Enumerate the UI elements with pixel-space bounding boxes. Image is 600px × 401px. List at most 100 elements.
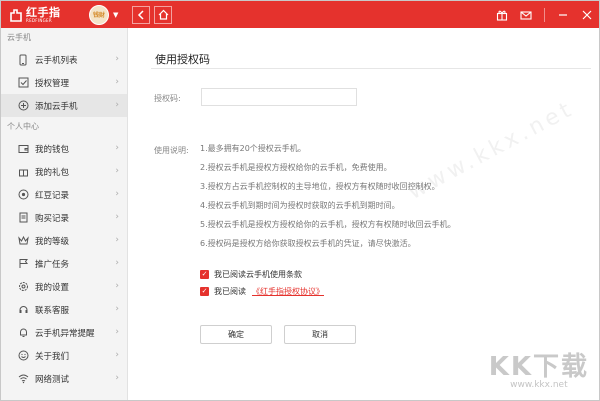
sidebar-item-label: 网络测试: [35, 374, 70, 385]
chevron-right-icon: ›: [115, 350, 119, 360]
sidebar-item-label: 推广任务: [35, 259, 70, 270]
list-item: 6.授权码是授权方给你获取授权云手机的凭证，请尽快激活。: [200, 239, 416, 248]
title-divider-line: [151, 68, 591, 69]
minimize-icon[interactable]: [557, 9, 569, 21]
chevron-left-icon: [138, 9, 144, 20]
sidebar-item-label: 添加云手机: [35, 101, 78, 112]
sidebar-item-gift[interactable]: 我的礼包 ›: [1, 160, 127, 183]
mail-icon[interactable]: [520, 9, 532, 21]
sidebar-item-label: 红豆记录: [35, 190, 70, 201]
authorization-icon: [17, 77, 29, 89]
sidebar-item-add-cloud-phone[interactable]: 添加云手机 ›: [1, 94, 127, 117]
watermark-logo: KK下载: [488, 352, 589, 382]
page-title: 使用授权码: [155, 53, 210, 66]
chevron-right-icon: ›: [115, 143, 119, 153]
sidebar-item-label: 我的礼包: [35, 167, 70, 178]
sidebar-item-purchase-record[interactable]: 购买记录 ›: [1, 206, 127, 229]
confirm-button[interactable]: 确定: [200, 325, 272, 344]
sidebar-item-bean-record[interactable]: 红豆记录 ›: [1, 183, 127, 206]
chevron-right-icon: ›: [115, 100, 119, 110]
sidebar-item-network-test[interactable]: 网络测试 ›: [1, 367, 127, 390]
network-icon: [17, 373, 29, 385]
agree-terms-checkbox[interactable]: ✓: [200, 270, 209, 279]
chevron-right-icon: ›: [115, 189, 119, 199]
sidebar-item-label: 关于我们: [35, 351, 70, 362]
sidebar-item-authorization[interactable]: 授权管理 ›: [1, 71, 127, 94]
window-tools: [496, 1, 593, 28]
crown-icon: [17, 235, 29, 247]
smile-icon: [17, 350, 29, 362]
app-window: 红手指 REDFINGER 钱财 ▼ 云手机 云手机列表 › 授权管理 › 添加…: [0, 0, 600, 401]
app-logo: 红手指 REDFINGER: [9, 7, 77, 23]
agree-protocol-row[interactable]: ✓ 我已阅读 《红手指授权协议》: [200, 286, 324, 297]
logo-subtitle: REDFINGER: [26, 17, 52, 23]
instructions-label: 使用说明:: [154, 146, 189, 155]
sidebar-item-wallet[interactable]: 我的钱包 ›: [1, 137, 127, 160]
list-item: 5.授权云手机是授权方授权给你的云手机，授权方有权随时收回云手机。: [200, 220, 456, 229]
main-content: www.kkx.net 使用授权码 授权码: 使用说明: 1.最多拥有20个授权…: [129, 28, 599, 400]
purchase-record-icon: [17, 212, 29, 224]
chevron-right-icon: ›: [115, 54, 119, 64]
protocol-link[interactable]: 《红手指授权协议》: [252, 286, 324, 297]
sidebar-item-label: 我的钱包: [35, 144, 70, 155]
settings-icon: [17, 281, 29, 293]
home-button[interactable]: [154, 5, 173, 24]
add-circle-icon: [17, 100, 29, 112]
section-title-cloud: 云手机: [7, 33, 31, 42]
chevron-right-icon: ›: [115, 77, 119, 87]
logo-name: 红手指: [26, 5, 61, 19]
chevron-right-icon: ›: [115, 258, 119, 268]
sidebar-item-about[interactable]: 关于我们 ›: [1, 344, 127, 367]
title-divider: [544, 7, 545, 22]
sidebar-item-abnormal-alert[interactable]: 云手机异常提醒 ›: [1, 321, 127, 344]
agree-protocol-label: 我已阅读: [214, 287, 246, 296]
hand-logo-icon: [9, 8, 23, 22]
sidebar-item-customer-service[interactable]: 联系客服 ›: [1, 298, 127, 321]
sidebar-item-settings[interactable]: 我的设置 ›: [1, 275, 127, 298]
sidebar-item-label: 云手机异常提醒: [35, 328, 95, 339]
cancel-button[interactable]: 取消: [284, 325, 356, 344]
avatar[interactable]: 钱财: [89, 4, 109, 25]
chevron-down-icon[interactable]: ▼: [113, 11, 118, 19]
chevron-right-icon: ›: [115, 304, 119, 314]
customer-service-icon: [17, 304, 29, 316]
sidebar-item-label: 联系客服: [35, 305, 70, 316]
bell-icon: [17, 327, 29, 339]
agree-protocol-checkbox[interactable]: ✓: [200, 287, 209, 296]
sidebar-item-label: 云手机列表: [35, 55, 78, 66]
auth-code-label: 授权码:: [154, 94, 181, 103]
chevron-right-icon: ›: [115, 373, 119, 383]
chevron-right-icon: ›: [115, 281, 119, 291]
sidebar-item-label: 购买记录: [35, 213, 70, 224]
flag-icon: [17, 258, 29, 270]
chevron-right-icon: ›: [115, 212, 119, 222]
sidebar-item-label: 授权管理: [35, 78, 70, 89]
sidebar-item-level[interactable]: 我的等级 ›: [1, 229, 127, 252]
auth-code-input[interactable]: [201, 88, 357, 106]
chevron-right-icon: ›: [115, 327, 119, 337]
agree-terms-label: 我已阅读云手机使用条款: [214, 270, 302, 279]
sidebar-item-promotion[interactable]: 推广任务 ›: [1, 252, 127, 275]
wallet-icon: [17, 143, 29, 155]
gift-icon: [17, 166, 29, 178]
home-icon: [158, 9, 169, 20]
close-icon[interactable]: [581, 9, 593, 21]
sidebar-item-label: 我的设置: [35, 282, 70, 293]
bean-icon: [17, 189, 29, 201]
list-item: 2.授权云手机是授权方授权给你的云手机，免费使用。: [200, 163, 392, 172]
list-item: 1.最多拥有20个授权云手机。: [200, 144, 306, 153]
title-bar: 红手指 REDFINGER 钱财 ▼: [1, 1, 599, 28]
chevron-right-icon: ›: [115, 166, 119, 176]
agree-terms-row[interactable]: ✓ 我已阅读云手机使用条款: [200, 269, 302, 280]
section-title-personal: 个人中心: [7, 122, 39, 131]
back-button[interactable]: [132, 5, 151, 24]
sidebar-item-label: 我的等级: [35, 236, 70, 247]
sidebar-item-cloud-phone-list[interactable]: 云手机列表 ›: [1, 48, 127, 71]
chevron-right-icon: ›: [115, 235, 119, 245]
list-item: 3.授权方占云手机控制权的主导地位，授权方有权随时收回控制权。: [200, 182, 440, 191]
phone-icon: [17, 54, 29, 66]
gift-box-icon[interactable]: [496, 9, 508, 21]
brand-watermark: KK下载 www.kkx.net: [489, 346, 589, 390]
list-item: 4.授权云手机到期时间为授权时获取的云手机到期时间。: [200, 201, 400, 210]
instructions-list: 1.最多拥有20个授权云手机。 2.授权云手机是授权方授权给你的云手机，免费使用…: [200, 142, 456, 256]
